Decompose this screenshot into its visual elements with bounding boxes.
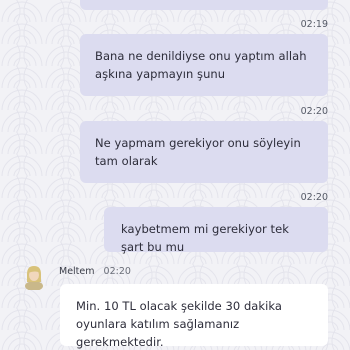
- message-text: Min. 10 TL olacak şekilde 30 dakika oyun…: [76, 299, 282, 349]
- message-timestamp: 02:20: [300, 192, 328, 203]
- sender-name: Meltem: [59, 266, 95, 277]
- outgoing-message-bubble: Bana ne denildiyse onu yaptım allah aşkı…: [80, 34, 328, 96]
- incoming-message-bubble: Min. 10 TL olacak şekilde 30 dakika oyun…: [60, 284, 328, 349]
- message-timestamp: 02:20: [103, 266, 131, 277]
- message-text: Bana ne denildiyse onu yaptım allah aşkı…: [95, 49, 307, 81]
- message-text: Ne yapmam gerekiyor onu söyleyin tam ola…: [95, 136, 301, 168]
- support-agent-avatar-icon: [25, 266, 43, 290]
- message-timestamp: 02:19: [300, 19, 328, 30]
- message-timestamp: 02:20: [300, 106, 328, 117]
- sender-info: Meltem 02:20: [59, 266, 131, 277]
- chat-thread[interactable]: 02:19 Bana ne denildiyse onu yaptım alla…: [0, 0, 350, 350]
- message-text: kaybetmem mi gerekiyor tek şart bu mu: [121, 222, 289, 254]
- outgoing-message-bubble: Ne yapmam gerekiyor onu söyleyin tam ola…: [80, 121, 328, 183]
- outgoing-message-bubble: [80, 0, 328, 10]
- outgoing-message-bubble: kaybetmem mi gerekiyor tek şart bu mu: [104, 207, 328, 254]
